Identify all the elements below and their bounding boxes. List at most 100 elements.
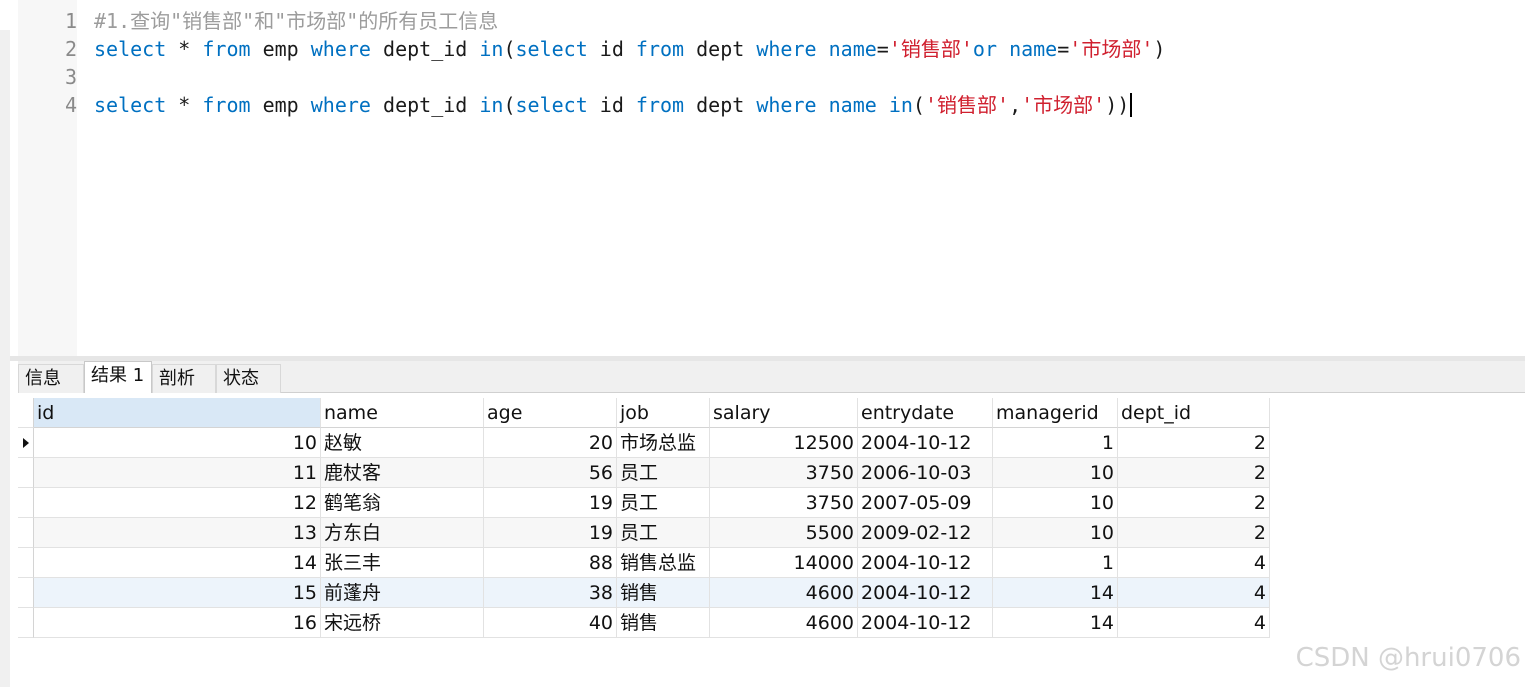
cell-entrydate[interactable]: 2004-10-12 [858, 548, 993, 578]
cell-job[interactable]: 销售 [617, 578, 710, 608]
cell-salary[interactable]: 3750 [710, 458, 858, 488]
cell-salary[interactable]: 4600 [710, 608, 858, 638]
cell-entrydate[interactable]: 2006-10-03 [858, 458, 993, 488]
sql-keyword: name [828, 37, 877, 61]
row-header[interactable] [18, 548, 34, 578]
cell-job[interactable]: 员工 [617, 488, 710, 518]
cell-age[interactable]: 88 [484, 548, 617, 578]
cell-job[interactable]: 市场总监 [617, 428, 710, 458]
cell-entrydate[interactable]: 2009-02-12 [858, 518, 993, 548]
cell-managerid[interactable]: 10 [993, 488, 1118, 518]
sql-keyword: in [888, 93, 913, 117]
column-header-entrydate[interactable]: entrydate [858, 398, 993, 428]
column-header-job[interactable]: job [617, 398, 710, 428]
line-number: 1 [64, 9, 77, 33]
cell-name[interactable]: 前蓬舟 [321, 578, 484, 608]
cell-salary[interactable]: 14000 [710, 548, 858, 578]
cell-id[interactable]: 16 [34, 608, 321, 638]
sql-text: * [166, 93, 203, 117]
cell-managerid[interactable]: 1 [993, 548, 1118, 578]
sql-text: ( [503, 37, 516, 61]
column-header-salary[interactable]: salary [710, 398, 858, 428]
cell-entrydate[interactable]: 2004-10-12 [858, 608, 993, 638]
cell-dept-id[interactable]: 4 [1118, 548, 1270, 578]
sql-keyword: where [756, 37, 817, 61]
watermark: CSDN @hrui0706 [1295, 643, 1521, 673]
cell-id[interactable]: 11 [34, 458, 321, 488]
sql-text: dept [684, 93, 757, 117]
sql-text: = [1057, 37, 1070, 61]
tab-info[interactable]: 信息 [18, 364, 84, 393]
cell-managerid[interactable]: 1 [993, 428, 1118, 458]
sql-text: id [587, 37, 636, 61]
cell-dept-id[interactable]: 2 [1118, 518, 1270, 548]
cell-age[interactable]: 19 [484, 488, 617, 518]
cell-managerid[interactable]: 14 [993, 578, 1118, 608]
cell-id[interactable]: 14 [34, 548, 321, 578]
cell-name[interactable]: 鹿杖客 [321, 458, 484, 488]
current-row-arrow-icon [23, 438, 29, 448]
cell-name[interactable]: 宋远桥 [321, 608, 484, 638]
line-number: 3 [64, 65, 77, 89]
sql-keyword: from [635, 93, 685, 117]
cell-job[interactable]: 员工 [617, 458, 710, 488]
cell-name[interactable]: 鹤笔翁 [321, 488, 484, 518]
cell-salary[interactable]: 3750 [710, 488, 858, 518]
row-header[interactable] [18, 578, 34, 608]
sql-text: dept [684, 37, 757, 61]
sql-text: emp [250, 93, 311, 117]
tab-status[interactable]: 状态 [216, 364, 281, 393]
sql-keyword: where [310, 93, 371, 117]
sql-text: )) [1105, 93, 1130, 117]
tab-result-1[interactable]: 结果 1 [84, 361, 152, 393]
cell-job[interactable]: 销售总监 [617, 548, 710, 578]
sql-keyword: select [515, 37, 588, 61]
cell-age[interactable]: 40 [484, 608, 617, 638]
cell-dept-id[interactable]: 2 [1118, 458, 1270, 488]
cell-salary[interactable]: 4600 [710, 578, 858, 608]
cell-managerid[interactable]: 14 [993, 608, 1118, 638]
cell-id[interactable]: 10 [34, 428, 321, 458]
cell-age[interactable]: 38 [484, 578, 617, 608]
row-header[interactable] [18, 458, 34, 488]
sql-text: dept_id [370, 93, 480, 117]
cell-entrydate[interactable]: 2007-05-09 [858, 488, 993, 518]
cell-dept-id[interactable]: 2 [1118, 428, 1270, 458]
cell-name[interactable]: 张三丰 [321, 548, 484, 578]
sql-editor[interactable]: 1234 #1.查询"销售部"和"市场部"的所有员工信息 select * fro… [10, 0, 1525, 356]
cell-managerid[interactable]: 10 [993, 518, 1118, 548]
cell-age[interactable]: 20 [484, 428, 617, 458]
cell-salary[interactable]: 12500 [710, 428, 858, 458]
column-header-age[interactable]: age [484, 398, 617, 428]
column-header-id[interactable]: id [34, 398, 321, 428]
column-header-dept-id[interactable]: dept_id [1118, 398, 1270, 428]
cell-id[interactable]: 12 [34, 488, 321, 518]
row-header[interactable] [18, 608, 34, 638]
cell-id[interactable]: 13 [34, 518, 321, 548]
cell-name[interactable]: 赵敏 [321, 428, 484, 458]
column-header-managerid[interactable]: managerid [993, 398, 1118, 428]
row-header[interactable] [18, 428, 34, 458]
cell-managerid[interactable]: 10 [993, 458, 1118, 488]
cell-entrydate[interactable]: 2004-10-12 [858, 578, 993, 608]
cell-dept-id[interactable]: 2 [1118, 488, 1270, 518]
cell-age[interactable]: 56 [484, 458, 617, 488]
cell-name[interactable]: 方东白 [321, 518, 484, 548]
cell-job[interactable]: 员工 [617, 518, 710, 548]
cell-job[interactable]: 销售 [617, 608, 710, 638]
cell-dept-id[interactable]: 4 [1118, 608, 1270, 638]
row-header[interactable] [18, 488, 34, 518]
cell-salary[interactable]: 5500 [710, 518, 858, 548]
cell-dept-id[interactable]: 4 [1118, 578, 1270, 608]
cell-age[interactable]: 19 [484, 518, 617, 548]
cell-id[interactable]: 15 [34, 578, 321, 608]
cell-entrydate[interactable]: 2004-10-12 [858, 428, 993, 458]
sql-text: ) [1153, 37, 1166, 61]
column-header-name[interactable]: name [321, 398, 484, 428]
sql-string: '销售部' [888, 37, 973, 61]
tab-profile[interactable]: 剖析 [152, 364, 216, 393]
row-header[interactable] [18, 518, 34, 548]
